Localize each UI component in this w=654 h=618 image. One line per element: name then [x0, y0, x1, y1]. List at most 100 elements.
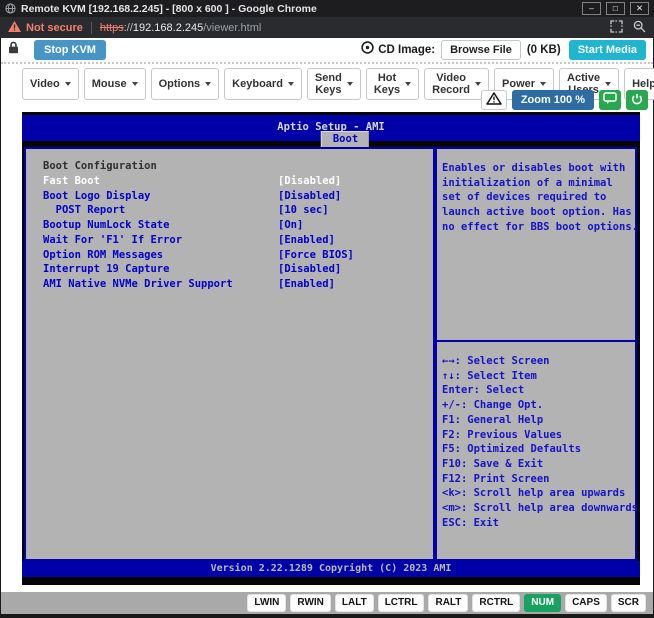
bios-item-value: [Disabled] [278, 174, 342, 187]
key-help-line: F5: Optimized Defaults [442, 443, 582, 456]
remote-screen[interactable]: Aptio Setup - AMI Boot Boot Configuratio… [22, 112, 640, 585]
url-path: /viewer.html [203, 21, 262, 34]
bios-item-label: POST Report [43, 204, 126, 217]
help-line: Enables or disables boot with [442, 162, 626, 174]
chevron-down-icon [205, 82, 212, 86]
key-help-line: F1: General Help [442, 413, 544, 426]
bios-item-value: [Enabled] [278, 278, 335, 290]
lock-icon [8, 41, 19, 59]
bios-section-title: Boot Configuration [43, 160, 157, 172]
zoom-level-button[interactable]: Zoom 100 % [511, 90, 594, 110]
virtual-key-lalt[interactable]: LALT [334, 594, 374, 612]
menu-video-record[interactable]: Video Record [424, 68, 490, 100]
key-help-line: <k>: Scroll help area upwards [442, 487, 626, 500]
virtual-key-lwin[interactable]: LWIN [247, 594, 287, 612]
menu-label: Help [632, 78, 654, 90]
bios-item-value: [Enabled] [278, 233, 335, 246]
divider [90, 21, 92, 34]
key-help-line: +/-: Change Opt. [442, 399, 544, 412]
url-host: 192.168.2.245 [132, 21, 204, 34]
menu-label: Video Record [432, 72, 471, 96]
close-button[interactable]: ✕ [630, 2, 649, 15]
browse-file-button[interactable]: Browse File [441, 40, 521, 60]
bios-item-row: Fast Boot [Disabled] [43, 174, 433, 189]
controls-row: Zoom 100 % [480, 90, 648, 110]
key-help-line: <m>: Scroll help area downwards [442, 502, 638, 515]
caution-button[interactable] [480, 90, 507, 110]
bios-item-value: [On] [278, 219, 304, 231]
url-text: https://192.168.2.245/viewer.html [100, 22, 261, 34]
chevron-down-icon [475, 82, 482, 86]
chat-button[interactable] [599, 90, 621, 110]
virtual-key-ralt[interactable]: RALT [428, 594, 469, 612]
virtual-key-caps[interactable]: CAPS [565, 594, 607, 612]
bios-item-row: Option ROM Messages [Force BIOS] [43, 248, 433, 263]
cd-image-label: CD Image: [378, 44, 436, 56]
key-help-line: ←→: Select Screen [442, 355, 550, 367]
bios-help-panel: Enables or disables boot with initializa… [435, 147, 638, 561]
key-help-line: Enter: Select [442, 384, 525, 397]
url-protocol: https [99, 21, 124, 34]
bios-item-label: Interrupt 19 Capture [43, 263, 170, 276]
menu-label: Options [158, 78, 201, 90]
bios-item-value: [Disabled] [278, 263, 342, 276]
security-label: Not secure [26, 21, 83, 34]
bios-key-legend: ←→: Select Screen ↑↓: Select Item Enter:… [437, 342, 638, 530]
cd-disc-icon [361, 41, 374, 59]
start-media-button[interactable]: Start Media [568, 40, 646, 60]
bios-item-row: Boot Logo Display [Disabled] [43, 189, 433, 204]
chevron-down-icon [605, 82, 612, 86]
maximize-button[interactable]: □ [606, 2, 625, 15]
bios-item-value: [Disabled] [278, 189, 342, 202]
url-separator: :// [123, 21, 133, 34]
menu-label: Power [502, 78, 536, 90]
url-bar[interactable]: Not secure https://192.168.2.245/viewer.… [0, 17, 654, 38]
bios-item-value: [Force BIOS] [278, 248, 354, 261]
bios-item-label: Boot Logo Display [43, 189, 151, 202]
chevron-down-icon [287, 82, 294, 86]
globe-icon [5, 3, 16, 14]
zoom-out-icon[interactable] [633, 20, 646, 36]
menu-hot-keys[interactable]: Hot Keys [365, 68, 420, 100]
bios-body: Boot Configuration Fast Boot [Disabled] B… [24, 147, 638, 561]
bios-item-label: Bootup NumLock State [43, 219, 170, 231]
bios-item-row: AMI Native NVMe Driver Support [Enabled] [43, 277, 433, 292]
bios-settings-panel: Boot Configuration Fast Boot [Disabled] B… [24, 147, 435, 561]
bios-item-value: [10 sec] [278, 204, 329, 217]
chevron-down-icon [346, 82, 353, 86]
fullscreen-icon[interactable] [610, 19, 623, 36]
cd-size-label: (0 KB) [526, 44, 561, 56]
bios-item-row: POST Report [10 sec] [43, 203, 433, 218]
help-line: initialization of a minimal [442, 176, 613, 189]
virtual-key-rwin[interactable]: RWIN [290, 594, 331, 612]
menu-video[interactable]: Video [22, 68, 79, 100]
chevron-down-icon [540, 82, 547, 86]
virtual-key-scr[interactable]: SCR [610, 594, 646, 612]
virtual-key-rctrl[interactable]: RCTRL [472, 594, 521, 612]
virtual-key-statusbar: LWIN RWIN LALT LCTRL RALT RCTRL NUM CAPS… [1, 592, 653, 614]
key-help-line: F10: Save & Exit [442, 457, 544, 470]
menu-label: Send Keys [314, 72, 342, 96]
minimize-button[interactable]: – [582, 2, 601, 15]
key-help-line: F2: Previous Values [442, 428, 563, 441]
not-secure-chip[interactable]: Not secure [8, 20, 83, 35]
key-help-line: ESC: Exit [442, 516, 499, 529]
virtual-key-lctrl[interactable]: LCTRL [377, 594, 425, 612]
menu-keyboard[interactable]: Keyboard [224, 68, 302, 100]
window-title: Remote KVM [192.168.2.245] - [800 x 600 … [21, 2, 317, 15]
help-line: set of devices required to [442, 191, 607, 204]
bios-item-label: Option ROM Messages [43, 248, 164, 261]
menu-send-keys[interactable]: Send Keys [306, 68, 361, 100]
key-help-line: F12: Print Screen [442, 472, 550, 485]
tab-boot: Boot [320, 131, 370, 147]
menu-mouse[interactable]: Mouse [83, 68, 146, 100]
stop-kvm-button[interactable]: Stop KVM [34, 40, 106, 60]
bios-item-label: AMI Native NVMe Driver Support [43, 278, 233, 290]
window-titlebar: Remote KVM [192.168.2.245] - [800 x 600 … [0, 0, 654, 17]
bios-item-row: Interrupt 19 Capture [Disabled] [43, 262, 433, 277]
bios-item-row: Wait For 'F1' If Error [Enabled] [43, 233, 433, 248]
power-button[interactable] [626, 90, 648, 110]
virtual-key-num[interactable]: NUM [524, 594, 562, 612]
help-line: no effect for BBS boot options. [442, 220, 638, 233]
menu-options[interactable]: Options [150, 68, 220, 100]
